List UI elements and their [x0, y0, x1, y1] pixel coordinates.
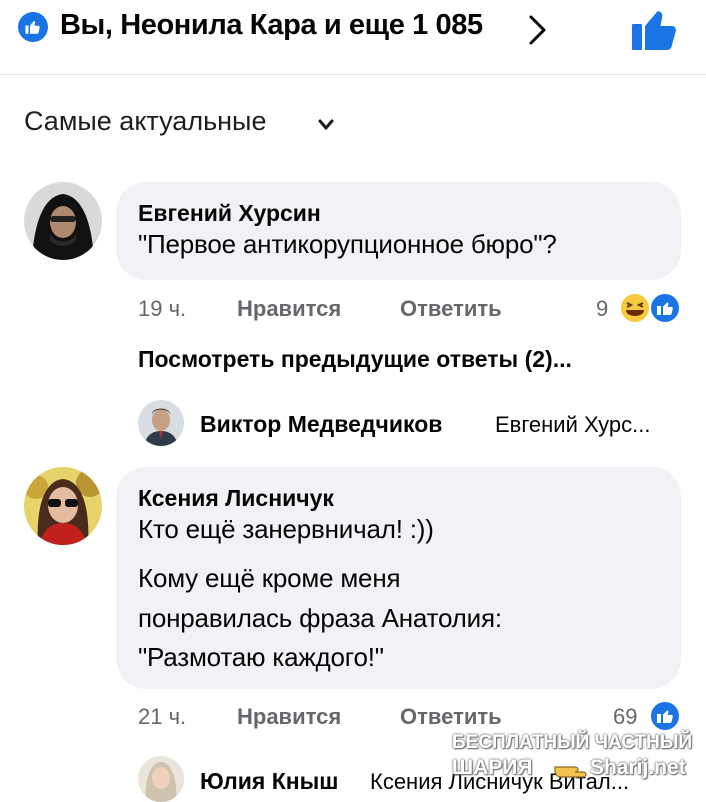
- reply-author[interactable]: Виктор Медведчиков: [200, 411, 442, 438]
- like-button[interactable]: Нравится: [237, 296, 341, 322]
- like-button[interactable]: Нравится: [237, 704, 341, 730]
- reaction-count[interactable]: 9: [596, 296, 608, 322]
- reaction-count[interactable]: 69: [613, 704, 637, 730]
- sort-label[interactable]: Самые актуальные: [24, 106, 266, 137]
- comment-text-line: "Размотаю каждого!": [138, 642, 384, 672]
- view-previous-replies-link[interactable]: Посмотреть предыдущие ответы (2)...: [138, 346, 572, 373]
- comment-text: "Первое антикорупционное бюро"?: [138, 229, 557, 259]
- like-icon: [648, 291, 682, 330]
- laugh-icon: [618, 291, 652, 330]
- reply-button[interactable]: Ответить: [400, 296, 502, 322]
- pointing-hand-icon: [553, 761, 589, 786]
- chevron-down-icon[interactable]: [318, 118, 334, 136]
- comment-text-line: Кому ещё кроме меня: [138, 563, 401, 593]
- divider: [0, 74, 706, 75]
- like-badge-icon: [18, 12, 48, 42]
- reply-author[interactable]: Юлия Кныш: [200, 768, 338, 795]
- comment-text-line: понравилась фраза Анатолия:: [138, 603, 502, 633]
- reply-button[interactable]: Ответить: [400, 704, 502, 730]
- avatar[interactable]: [24, 182, 102, 260]
- avatar[interactable]: [138, 756, 184, 802]
- avatar[interactable]: [24, 467, 102, 545]
- reply-preview[interactable]: Евгений Хурс...: [495, 412, 651, 438]
- thumbs-up-icon[interactable]: [630, 6, 680, 57]
- reactions-summary[interactable]: Вы, Неонила Кара и еще 1 085: [60, 9, 483, 42]
- avatar[interactable]: [138, 400, 184, 446]
- chevron-right-icon[interactable]: [528, 14, 548, 51]
- comment-text-line: Кто ещё занервничал! :)): [138, 514, 434, 544]
- comment-time[interactable]: 21 ч.: [138, 704, 186, 730]
- comment-time[interactable]: 19 ч.: [138, 296, 186, 322]
- watermark-line: ШАРИЯ: [452, 756, 533, 779]
- comment-author[interactable]: Евгений Хурсин: [138, 200, 321, 227]
- watermark-line: Sharij.net: [590, 756, 686, 779]
- comment-author[interactable]: Ксения Лисничук: [138, 485, 334, 512]
- watermark-line: БЕСПЛАТНЫЙ ЧАСТНЫЙ: [452, 732, 693, 753]
